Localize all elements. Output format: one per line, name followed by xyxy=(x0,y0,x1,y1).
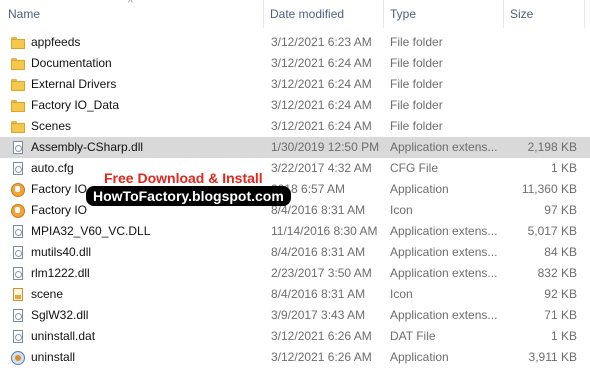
file-date-modified: 2/23/2017 3:50 AM xyxy=(271,266,372,280)
file-type: File folder xyxy=(390,35,443,49)
file-name: Assembly-CSharp.dll xyxy=(31,140,144,154)
file-size xyxy=(505,95,577,116)
file-date-modified: 11/14/2016 8:30 AM xyxy=(271,224,378,238)
file-size: 97 KB xyxy=(544,203,577,217)
file-name: rlm1222.dll xyxy=(31,266,90,280)
file-date-modified: 3/12/2021 6:26 AM xyxy=(271,350,372,364)
file-size xyxy=(505,116,577,137)
column-header-size[interactable]: Size xyxy=(504,0,584,28)
dll-file-icon xyxy=(10,140,26,155)
file-type: Icon xyxy=(390,203,413,217)
file-name: MPIA32_V60_VC.DLL xyxy=(31,224,151,238)
app-icon xyxy=(10,203,26,218)
file-name: Documentation xyxy=(31,56,112,70)
file-date-modified: 1/30/2019 12:50 PM xyxy=(271,140,380,154)
column-header-date-modified[interactable]: Date modified xyxy=(264,0,382,28)
file-name: SglW32.dll xyxy=(31,308,89,322)
file-type: Application extens... xyxy=(390,308,498,322)
file-name: scene xyxy=(31,287,64,301)
file-row[interactable]: Assembly-CSharp.dll 1/30/2019 12:50 PM App… xyxy=(0,137,590,158)
file-row[interactable]: rlm1222.dll 2/23/2017 3:50 AM Application … xyxy=(0,263,590,284)
uninstall-icon xyxy=(10,350,26,365)
file-size xyxy=(505,53,577,74)
file-row[interactable]: Factory IO_Data 3/12/2021 6:24 AM File fol… xyxy=(0,95,590,116)
file-date-modified: 3/12/2021 6:23 AM xyxy=(271,35,372,49)
app-icon xyxy=(10,182,26,197)
file-date-modified: 3/9/2017 3:43 AM xyxy=(271,308,366,322)
file-row[interactable]: mutils40.dll 8/4/2016 8:31 AM Application … xyxy=(0,242,590,263)
file-size: 1 KB xyxy=(550,161,577,175)
folder-icon xyxy=(10,35,26,50)
file-type: File folder xyxy=(390,98,443,112)
file-size xyxy=(505,32,577,53)
file-type: Icon xyxy=(390,287,413,301)
file-row[interactable]: auto.cfg 3/22/2017 4:32 AM CFG File 1 KB xyxy=(0,158,590,179)
cfg-file-icon xyxy=(10,161,26,176)
file-type: Application extens... xyxy=(390,245,498,259)
file-date-modified: 3/12/2021 6:24 AM xyxy=(271,119,372,133)
file-size: 84 KB xyxy=(544,245,577,259)
watermark-headline: Free Download & Install xyxy=(104,170,263,186)
file-date-modified: 3/12/2021 6:24 AM xyxy=(271,77,372,91)
file-type: Application xyxy=(390,182,449,196)
file-date-modified: 3/12/2021 6:26 AM xyxy=(271,329,372,343)
folder-icon xyxy=(10,98,26,113)
file-name: mutils40.dll xyxy=(31,245,92,259)
file-type: Application extens... xyxy=(390,224,498,238)
file-date-modified: 8/4/2016 8:31 AM xyxy=(271,245,366,259)
file-type: CFG File xyxy=(390,161,438,175)
watermark-url-badge: HowToFactory.blogspot.com xyxy=(86,186,291,206)
file-date-modified: 8/4/2016 8:31 AM xyxy=(271,287,366,301)
file-size: 11,360 KB xyxy=(521,182,577,196)
file-type: Application extens... xyxy=(390,140,498,154)
file-size: 71 KB xyxy=(544,308,577,322)
dll-file-icon xyxy=(10,266,26,281)
file-type: DAT File xyxy=(390,329,436,343)
file-row[interactable]: appfeeds 3/12/2021 6:23 AM File folder xyxy=(0,32,590,53)
file-name: uninstall xyxy=(31,350,76,364)
file-size: 92 KB xyxy=(544,287,577,301)
column-header-name[interactable]: Name xyxy=(2,0,260,28)
file-type: File folder xyxy=(390,119,443,133)
file-row[interactable]: MPIA32_V60_VC.DLL 11/14/2016 8:30 AM Appli… xyxy=(0,221,590,242)
folder-icon xyxy=(10,77,26,92)
column-divider[interactable] xyxy=(584,0,585,28)
file-name: Factory IO_Data xyxy=(31,98,120,112)
file-name: uninstall.dat xyxy=(31,329,96,343)
dll-file-icon xyxy=(10,245,26,260)
file-size: 832 KB xyxy=(537,266,577,280)
file-row[interactable]: External Drivers 3/12/2021 6:24 AM File fo… xyxy=(0,74,590,95)
file-row[interactable]: Scenes 3/12/2021 6:24 AM File folder xyxy=(0,116,590,137)
file-size xyxy=(505,74,577,95)
file-type: Application xyxy=(390,350,449,364)
file-type: Application extens... xyxy=(390,266,498,280)
file-row[interactable]: Documentation 3/12/2021 6:24 AM File folde… xyxy=(0,53,590,74)
column-header-bar: ^ Name Date modified Type Size xyxy=(0,0,590,28)
file-date-modified: 3/12/2021 6:24 AM xyxy=(271,56,372,70)
file-name: External Drivers xyxy=(31,77,117,91)
file-row[interactable]: scene 8/4/2016 8:31 AM Icon 92 KB xyxy=(0,284,590,305)
file-name: Scenes xyxy=(31,119,72,133)
file-size: 3,911 KB xyxy=(528,350,577,364)
file-type: File folder xyxy=(390,77,443,91)
dll-file-icon xyxy=(10,308,26,323)
file-row[interactable]: SglW32.dll 3/9/2017 3:43 AM Application ex… xyxy=(0,305,590,326)
file-type: File folder xyxy=(390,56,443,70)
image-file-icon xyxy=(10,287,26,302)
file-size: 2,198 KB xyxy=(527,140,577,154)
column-header-type[interactable]: Type xyxy=(384,0,502,28)
folder-icon xyxy=(10,119,26,134)
file-date-modified: 3/22/2017 4:32 AM xyxy=(271,161,372,175)
folder-icon xyxy=(10,56,26,71)
dll-file-icon xyxy=(10,224,26,239)
dat-file-icon xyxy=(10,329,26,344)
file-name: appfeeds xyxy=(31,35,81,49)
file-row[interactable]: uninstall 3/12/2021 6:26 AM Application 3,9… xyxy=(0,347,590,368)
file-size: 1 KB xyxy=(550,329,577,343)
file-size: 5,017 KB xyxy=(527,224,577,238)
file-row[interactable]: uninstall.dat 3/12/2021 6:26 AM DAT File 1 … xyxy=(0,326,590,347)
file-date-modified: 3/12/2021 6:24 AM xyxy=(271,98,372,112)
